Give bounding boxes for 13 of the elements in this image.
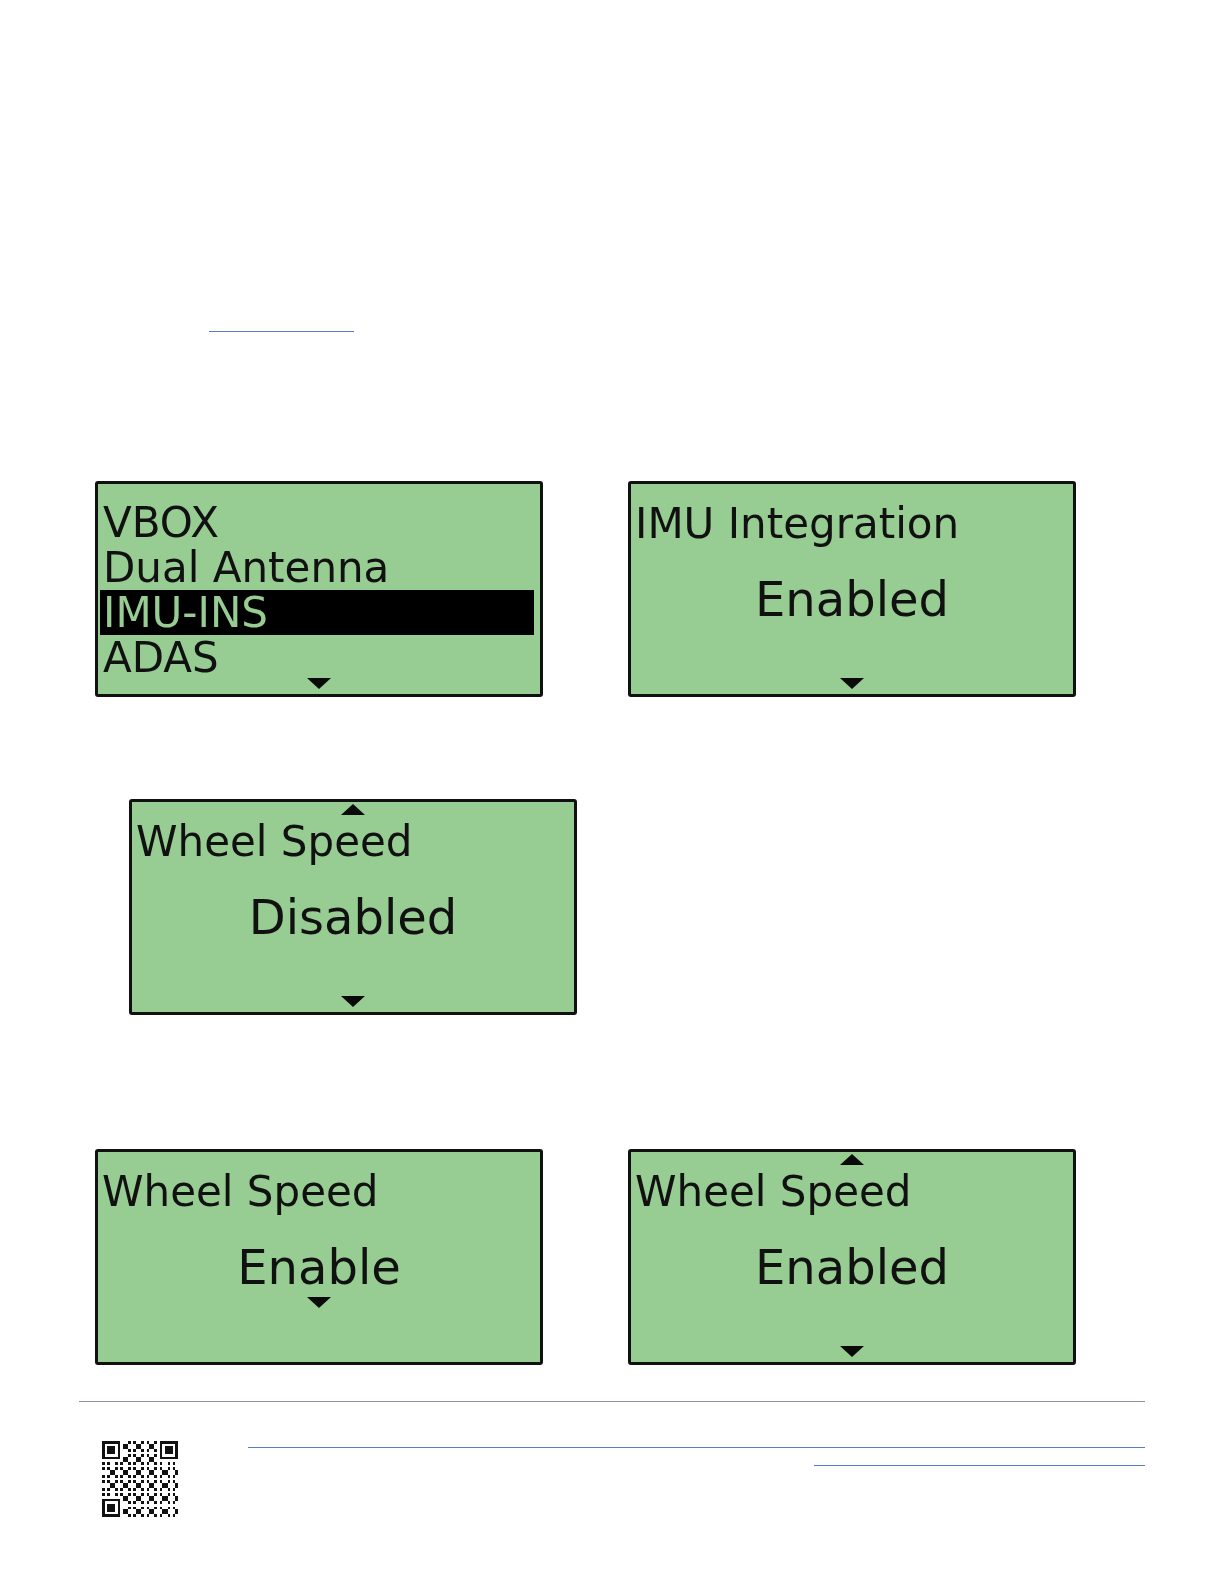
setting-title: Wheel Speed bbox=[635, 1167, 912, 1217]
menu-item[interactable]: VBOX bbox=[100, 500, 534, 545]
qr-code-icon bbox=[102, 1441, 178, 1517]
setting-title: Wheel Speed bbox=[102, 1167, 379, 1217]
setting-value: Disabled bbox=[248, 889, 458, 945]
menu-item[interactable]: IMU-INS bbox=[100, 590, 534, 635]
setting-title: Wheel Speed bbox=[136, 817, 413, 867]
setting-title: IMU Integration bbox=[635, 499, 960, 549]
menu-item[interactable]: Dual Antenna bbox=[100, 545, 534, 590]
setting-value: Enabled bbox=[755, 571, 949, 627]
menu-item[interactable]: ADAS bbox=[100, 635, 534, 680]
setting-value: Enabled bbox=[755, 1239, 949, 1295]
setting-value: Enable bbox=[237, 1239, 401, 1295]
